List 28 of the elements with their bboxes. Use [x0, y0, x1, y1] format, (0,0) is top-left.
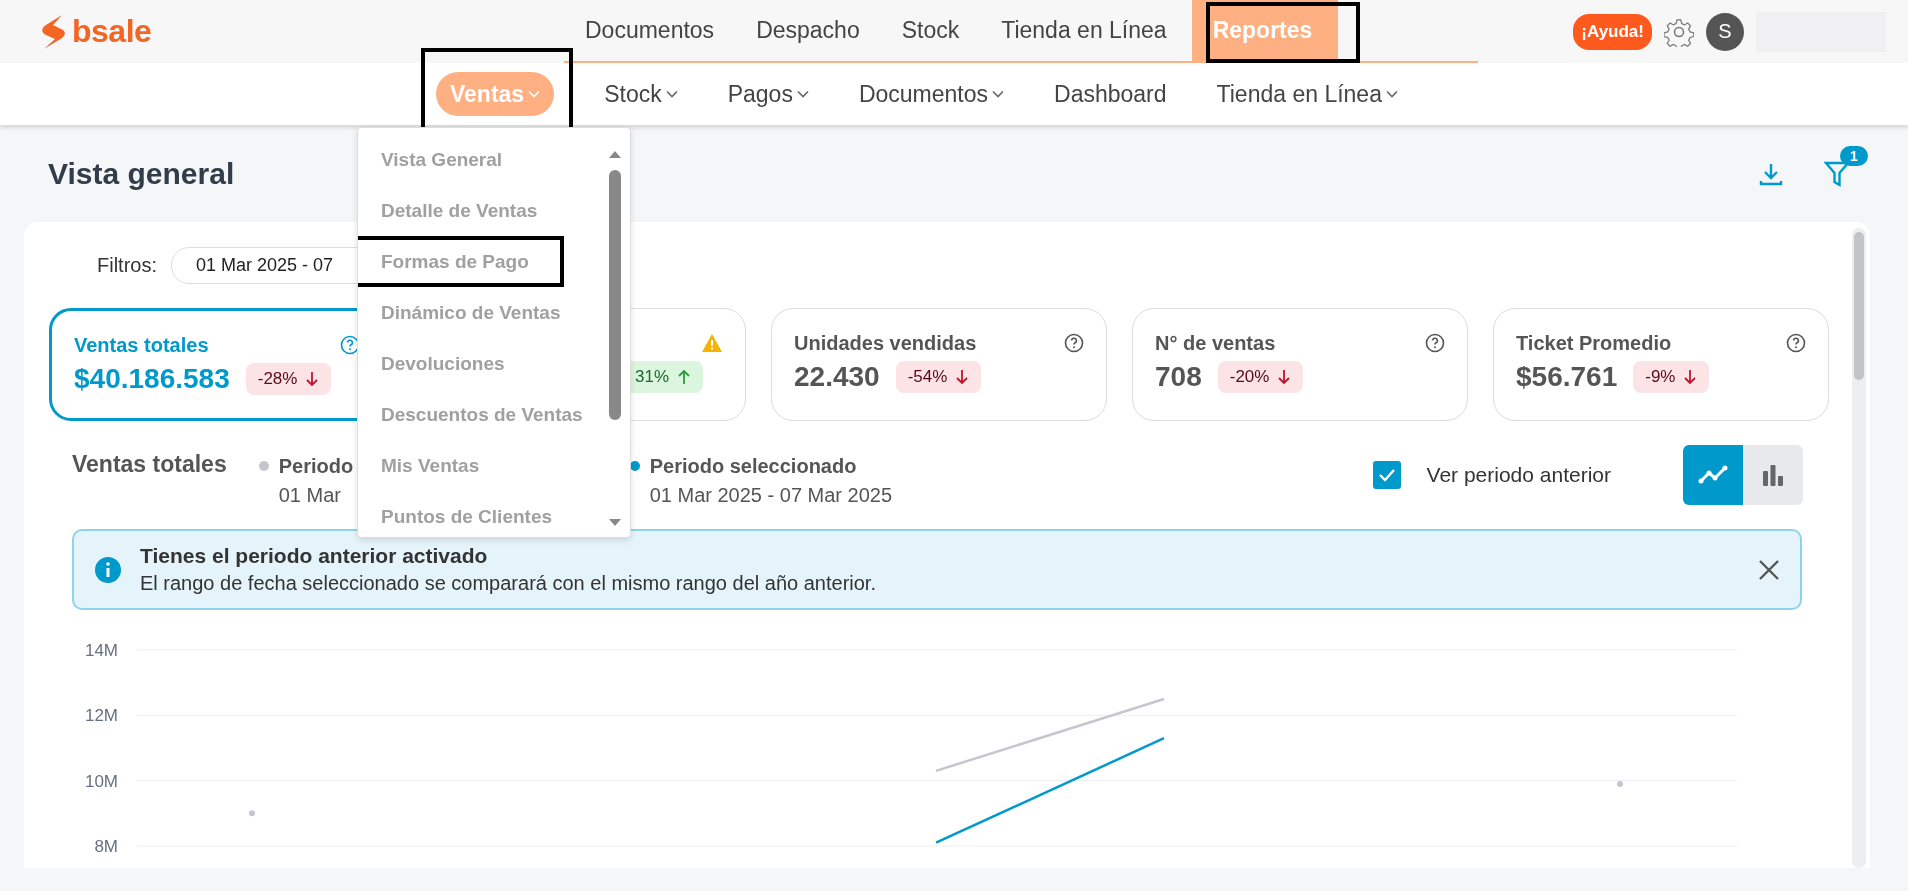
- legend-date-range: 01 Mar: [278, 484, 342, 507]
- change-badge: -54%: [895, 361, 982, 393]
- compare-label: Ver periodo anterior: [1426, 463, 1611, 487]
- axis-label: 14M: [84, 641, 118, 660]
- kpi-value: $40.186.583: [74, 363, 230, 395]
- alert-text: El rango de fecha seleccionado se comparará con el mismo rango del año anterior.: [140, 572, 877, 595]
- filter-label: Filtros:: [97, 253, 157, 277]
- kpi-value: 22.430: [794, 361, 880, 393]
- axis-label: 8M: [94, 837, 118, 856]
- axis-label: 12M: [84, 706, 118, 726]
- legend-date-range: 01 Mar 2025 - 07 Mar 2025: [649, 484, 893, 507]
- axis-label: 10M: [84, 771, 118, 791]
- filter-count-badge: 1: [1840, 145, 1868, 166]
- kpi-value: $56.761: [1516, 361, 1618, 393]
- alert-title: Tienes el periodo anterior activado: [140, 544, 489, 568]
- page-title: Vista general: [48, 156, 235, 191]
- change-badge: -20%: [1217, 361, 1304, 393]
- kpi-value: 708: [1155, 361, 1202, 393]
- kpi-title: N° de ventas: [1155, 331, 1276, 355]
- legend-label: Periodo: [278, 455, 354, 478]
- kpi-title: Ticket Promedio: [1516, 331, 1672, 355]
- logo-text: bsale: [72, 13, 152, 50]
- kpi-title: Unidades vendidas: [794, 331, 977, 355]
- change-badge: -28%: [245, 363, 332, 395]
- legend-label: Periodo seleccionado: [649, 455, 858, 478]
- change-badge: -9%: [1633, 361, 1710, 393]
- kpi-title: Ventas totales: [74, 333, 209, 357]
- chart-title: Ventas totales: [72, 451, 227, 478]
